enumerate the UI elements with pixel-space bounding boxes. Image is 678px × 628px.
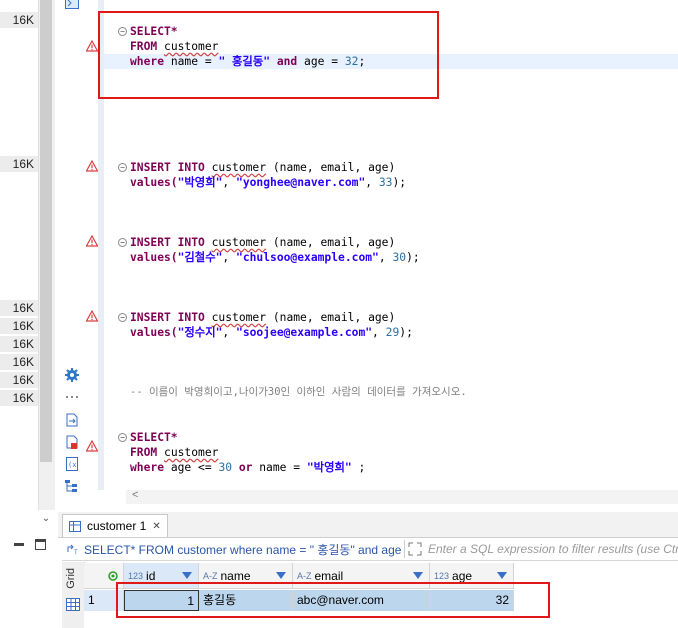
scrollbar-thumb[interactable]: [40, 0, 52, 462]
file-size: 16K: [0, 300, 38, 317]
file-size: 16K: [0, 372, 38, 389]
code-line: INSERT INTO customer (name, email, age): [130, 161, 396, 174]
minimize-icon[interactable]: [14, 543, 24, 547]
warning-icon: [86, 160, 98, 172]
file-size: 16K: [0, 12, 38, 29]
more-icon[interactable]: [65, 390, 79, 404]
file-size: 16K: [0, 336, 38, 353]
file-size: 16K: [0, 390, 38, 407]
numeric-type-icon: 123: [128, 570, 144, 581]
svg-text:T: T: [74, 550, 78, 555]
sort-arrow-icon[interactable]: [413, 572, 423, 579]
expand-icon[interactable]: [408, 542, 422, 556]
row-status-icon: [108, 570, 118, 581]
text-type-icon: A-Z: [203, 570, 218, 581]
file-error-icon[interactable]: [65, 435, 79, 449]
warning-icon: [86, 235, 98, 247]
svg-text:(x): (x): [68, 461, 78, 469]
view-controls: [0, 537, 54, 557]
fold-toggle-icon[interactable]: −: [118, 433, 127, 442]
fold-toggle-icon[interactable]: −: [118, 313, 127, 322]
column-label: name: [220, 568, 251, 583]
file-size: 16K: [0, 318, 38, 335]
text-type-icon: A-Z: [297, 570, 312, 581]
warning-icon: [86, 40, 98, 52]
gear-icon[interactable]: [65, 368, 79, 382]
highlight-box: [116, 582, 550, 618]
numeric-type-icon: 123: [434, 570, 450, 581]
code-line: where age <= 30 or name = "박영희" ;: [130, 461, 366, 474]
export-icon[interactable]: [65, 413, 79, 427]
code-line: values("박영희", "yonghee@naver.com", 33);: [130, 176, 407, 189]
editor-horizontal-scrollbar[interactable]: <: [126, 489, 678, 504]
sort-arrow-icon[interactable]: [182, 572, 192, 579]
column-label: email: [314, 568, 344, 583]
code-line: INSERT INTO customer (name, email, age): [130, 311, 396, 324]
scroll-left-icon[interactable]: <: [132, 489, 138, 501]
outline-icon[interactable]: [65, 479, 79, 493]
editor-toolbar: (x): [58, 0, 86, 493]
grid-view-icon[interactable]: [66, 598, 80, 611]
fold-toggle-icon[interactable]: −: [118, 163, 127, 172]
sort-arrow-icon[interactable]: [497, 572, 507, 579]
highlight-box: [98, 11, 439, 99]
warning-icon: [86, 440, 98, 452]
code-line: FROM customer: [130, 446, 219, 459]
variables-icon[interactable]: (x): [65, 457, 79, 471]
terminal-icon[interactable]: [65, 0, 79, 10]
tab-customer-1[interactable]: customer 1 ✕: [62, 514, 168, 537]
sort-arrow-icon[interactable]: [276, 572, 286, 579]
column-label: age: [452, 568, 473, 583]
warning-icon: [86, 310, 98, 322]
tab-label: customer 1: [87, 519, 147, 533]
column-label: id: [146, 568, 156, 583]
divider: [404, 540, 405, 558]
chevron-down-icon[interactable]: ⌄: [38, 512, 54, 526]
sql-query-icon: T: [67, 544, 78, 555]
filter-bar: T SELECT* FROM customer where name = " 홍…: [62, 538, 678, 561]
table-icon: [69, 520, 81, 532]
file-size: 16K: [0, 354, 38, 371]
file-panel: 16K 16K 16K 16K 16K 16K 16K 16K ⌄: [0, 0, 55, 524]
tab-grid[interactable]: Grid: [65, 568, 77, 589]
query-text: SELECT* FROM customer where name = " 홍길동…: [84, 543, 402, 557]
maximize-icon[interactable]: [35, 539, 46, 550]
sql-comment: -- 이름이 박영희이고,나이가30인 이하인 사람의 데이터를 가져오시오.: [130, 386, 467, 398]
code-line: SELECT*: [130, 431, 178, 444]
close-icon[interactable]: ✕: [152, 521, 160, 532]
filter-input[interactable]: Enter a SQL expression to filter results…: [428, 539, 678, 559]
code-line: INSERT INTO customer (name, email, age): [130, 236, 396, 249]
code-line: values("김철수", "chulsoo@example.com", 30)…: [130, 251, 420, 264]
results-side-tabs: Grid: [62, 562, 85, 628]
results-tabbar: customer 1 ✕: [58, 512, 678, 538]
fold-toggle-icon[interactable]: −: [118, 238, 127, 247]
code-line: values("정수지", "soojee@example.com", 29);: [130, 326, 413, 339]
file-size: 16K: [0, 156, 38, 173]
